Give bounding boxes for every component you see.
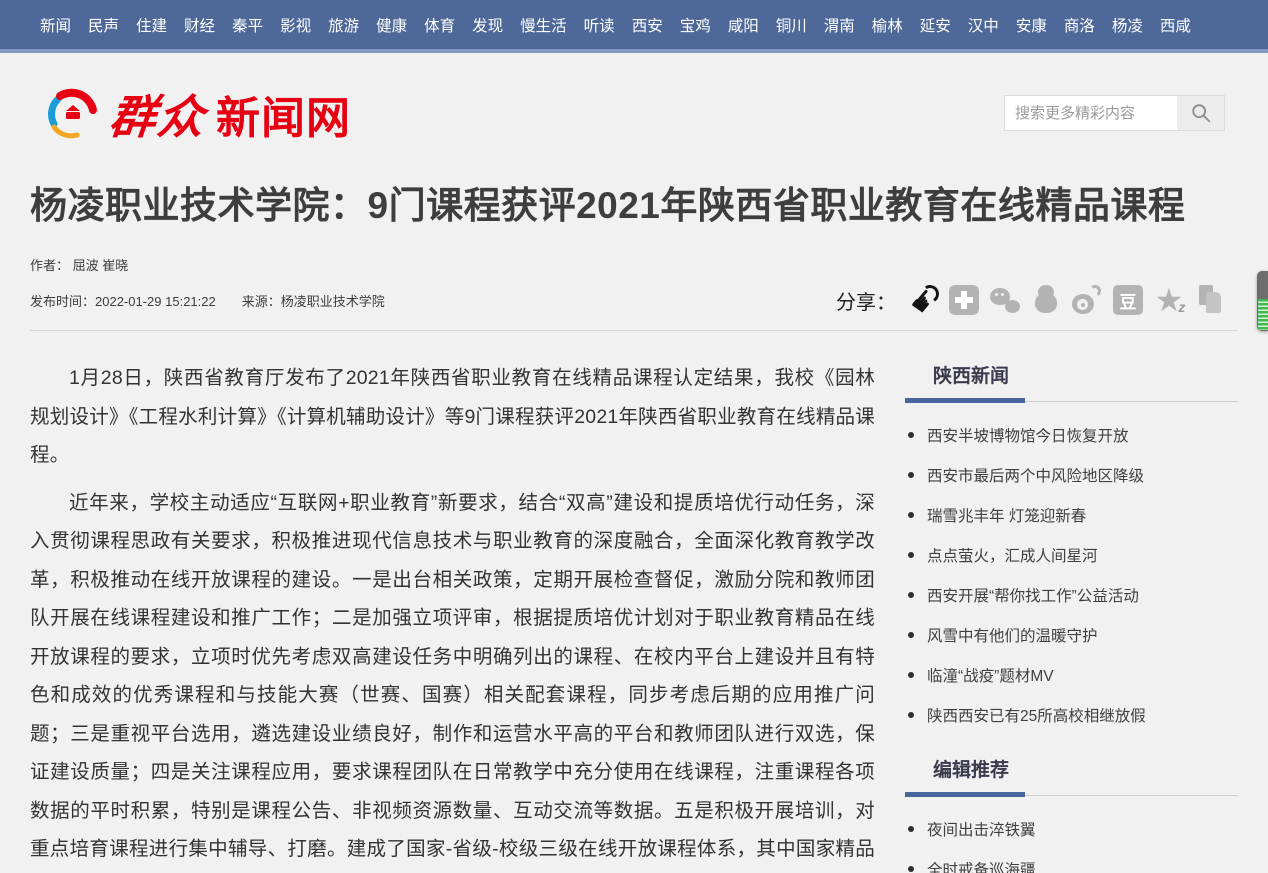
douban-icon[interactable]: 豆 — [1112, 284, 1144, 316]
scroll-progress-widget[interactable] — [1257, 271, 1268, 331]
wechat-icon[interactable] — [989, 284, 1021, 316]
sidebar-news-item[interactable]: 西安开展“帮你找工作”公益活动 — [905, 575, 1238, 615]
source-label: 来源： — [242, 294, 281, 309]
sidebar-news-link: 西安市最后两个中风险地区降级 — [927, 464, 1144, 486]
nav-item[interactable]: 渭南 — [824, 14, 855, 36]
nav-item[interactable]: 商洛 — [1064, 14, 1095, 36]
page: 新闻 民声 住建 财经 秦平 影视 旅游 健康 体育 发现 慢生活 听读 西安 … — [0, 0, 1268, 873]
author-label: 作者： — [30, 258, 69, 273]
nav-item[interactable]: 延安 — [920, 14, 951, 36]
nav-item[interactable]: 西咸 — [1160, 14, 1191, 36]
article-paragraph: 近年来，学校主动适应“互联网+职业教育”新要求，结合“双高”建设和提质培优行动任… — [30, 484, 875, 873]
publish-time: 2022-01-29 15:21:22 — [95, 294, 216, 309]
search-input[interactable] — [1005, 96, 1177, 130]
sidebar-news-link: 陕西西安已有25所高校相继放假 — [927, 704, 1146, 726]
nav-item[interactable]: 健康 — [376, 14, 407, 36]
progress-fill — [1258, 299, 1268, 330]
nav-item[interactable]: 发现 — [472, 14, 503, 36]
bullet-icon — [908, 472, 914, 478]
header-divider — [30, 330, 1238, 331]
sidebar-recommend-link: 夜间出击淬铁翼 — [927, 818, 1036, 840]
nav-item[interactable]: 新闻 — [40, 14, 71, 36]
nav-item[interactable]: 体育 — [424, 14, 455, 36]
sidebar-news-link: 临潼“战疫”题材MV — [927, 664, 1054, 686]
nav-item[interactable]: 慢生活 — [520, 14, 567, 36]
site-logo[interactable]: 群众 新闻网 — [44, 81, 351, 147]
bullet-icon — [908, 826, 914, 832]
sidebar-news-item[interactable]: 风雪中有他们的温暖守护 — [905, 615, 1238, 655]
sidebar-section-title: 编辑推荐 — [905, 755, 1238, 782]
copy-link-icon[interactable] — [1194, 284, 1226, 316]
nav-item[interactable]: 影视 — [280, 14, 311, 36]
nav-item[interactable]: 财经 — [184, 14, 215, 36]
sidebar-news-item[interactable]: 西安市最后两个中风险地区降级 — [905, 455, 1238, 495]
qzone-icon[interactable]: ★z — [1153, 284, 1185, 316]
share-more-icon[interactable] — [948, 284, 980, 316]
nav-item[interactable]: 听读 — [584, 14, 615, 36]
nav-item[interactable]: 铜川 — [776, 14, 807, 36]
nav-item[interactable]: 咸阳 — [728, 14, 759, 36]
nav-item[interactable]: 民声 — [88, 14, 119, 36]
page-title: 杨凌职业技术学院：9门课程获评2021年陕西省职业教育在线精品课程 — [30, 175, 1238, 229]
nav-item[interactable]: 旅游 — [328, 14, 359, 36]
nav-item[interactable]: 宝鸡 — [680, 14, 711, 36]
sidebar-news-link: 风雪中有他们的温暖守护 — [927, 624, 1098, 646]
sidebar-recommend-link: 全时戒备巡海疆 — [927, 858, 1036, 873]
bullet-icon — [908, 672, 914, 678]
article-author-row: 作者： 屈波 崔晓 — [30, 255, 1238, 274]
bullet-icon — [908, 552, 914, 558]
search-button[interactable] — [1177, 96, 1224, 130]
search-icon — [1190, 102, 1212, 124]
share-label: 分享： — [836, 286, 896, 315]
site-header: 群众 新闻网 — [0, 53, 1268, 161]
sidebar-news-item[interactable]: 点点萤火，汇成人间星河 — [905, 535, 1238, 575]
section-title-rule — [905, 792, 1238, 797]
nav-item[interactable]: 住建 — [136, 14, 167, 36]
sidebar-section-title: 陕西新闻 — [905, 361, 1238, 388]
nav-item[interactable]: 杨凌 — [1112, 14, 1143, 36]
top-nav: 新闻 民声 住建 财经 秦平 影视 旅游 健康 体育 发现 慢生活 听读 西安 … — [0, 0, 1268, 53]
bullet-icon — [908, 866, 914, 872]
sidebar-news-item[interactable]: 临潼“战疫”题材MV — [905, 655, 1238, 695]
bullet-icon — [908, 632, 914, 638]
sidebar-news-link: 西安半坡博物馆今日恢复开放 — [927, 424, 1129, 446]
article-paragraph: 1月28日，陕西省教育厅发布了2021年陕西省职业教育在线精品课程认定结果，我校… — [30, 359, 875, 475]
sidebar-news-link: 西安开展“帮你找工作”公益活动 — [927, 584, 1139, 606]
source-name: 杨凌职业技术学院 — [281, 294, 385, 309]
sidebar-news-link: 瑞雪兆丰年 灯笼迎新春 — [927, 504, 1086, 526]
bullet-icon — [908, 512, 914, 518]
sidebar-section-editor-picks: 编辑推荐 夜间出击淬铁翼 全时戒备巡海疆 跃上冰雪，拥抱快乐寒假 — [905, 755, 1238, 873]
section-title-rule — [905, 398, 1238, 403]
bullet-icon — [908, 592, 914, 598]
share-hand-icon[interactable]: ☛ — [907, 284, 939, 316]
author-names: 屈波 崔晓 — [73, 258, 129, 273]
qq-icon[interactable] — [1030, 284, 1062, 316]
sidebar-recommend-item[interactable]: 夜间出击淬铁翼 — [905, 809, 1238, 849]
search-box — [1004, 95, 1225, 131]
logo-globe-icon — [44, 86, 100, 142]
nav-item[interactable]: 西安 — [632, 14, 663, 36]
nav-item[interactable]: 汉中 — [968, 14, 999, 36]
sidebar-recommend-item[interactable]: 全时戒备巡海疆 — [905, 849, 1238, 873]
article-meta-row: 发布时间：2022-01-29 15:21:22 来源：杨凌职业技术学院 分享： … — [30, 284, 1238, 316]
sidebar-news-item[interactable]: 瑞雪兆丰年 灯笼迎新春 — [905, 495, 1238, 535]
bullet-icon — [908, 432, 914, 438]
nav-item[interactable]: 榆林 — [872, 14, 903, 36]
nav-item[interactable]: 秦平 — [232, 14, 263, 36]
bullet-icon — [908, 712, 914, 718]
sidebar: 陕西新闻 西安半坡博物馆今日恢复开放 西安市最后两个中风险地区降级 瑞雪兆丰年 … — [905, 359, 1238, 873]
sidebar-news-item[interactable]: 陕西西安已有25所高校相继放假 — [905, 695, 1238, 735]
sidebar-news-link: 点点萤火，汇成人间星河 — [927, 544, 1098, 566]
share-bar: 分享： ☛ 豆 ★z — [836, 284, 1238, 316]
article-body: 1月28日，陕西省教育厅发布了2021年陕西省职业教育在线精品课程认定结果，我校… — [30, 359, 875, 873]
logo-script-text: 群众 — [107, 81, 210, 147]
sidebar-section-shaanxi-news: 陕西新闻 西安半坡博物馆今日恢复开放 西安市最后两个中风险地区降级 瑞雪兆丰年 … — [905, 361, 1238, 735]
nav-item[interactable]: 安康 — [1016, 14, 1047, 36]
sidebar-news-item[interactable]: 西安半坡博物馆今日恢复开放 — [905, 415, 1238, 455]
publish-time-label: 发布时间： — [30, 294, 95, 309]
weibo-icon[interactable] — [1071, 284, 1103, 316]
logo-text: 新闻网 — [216, 82, 351, 146]
